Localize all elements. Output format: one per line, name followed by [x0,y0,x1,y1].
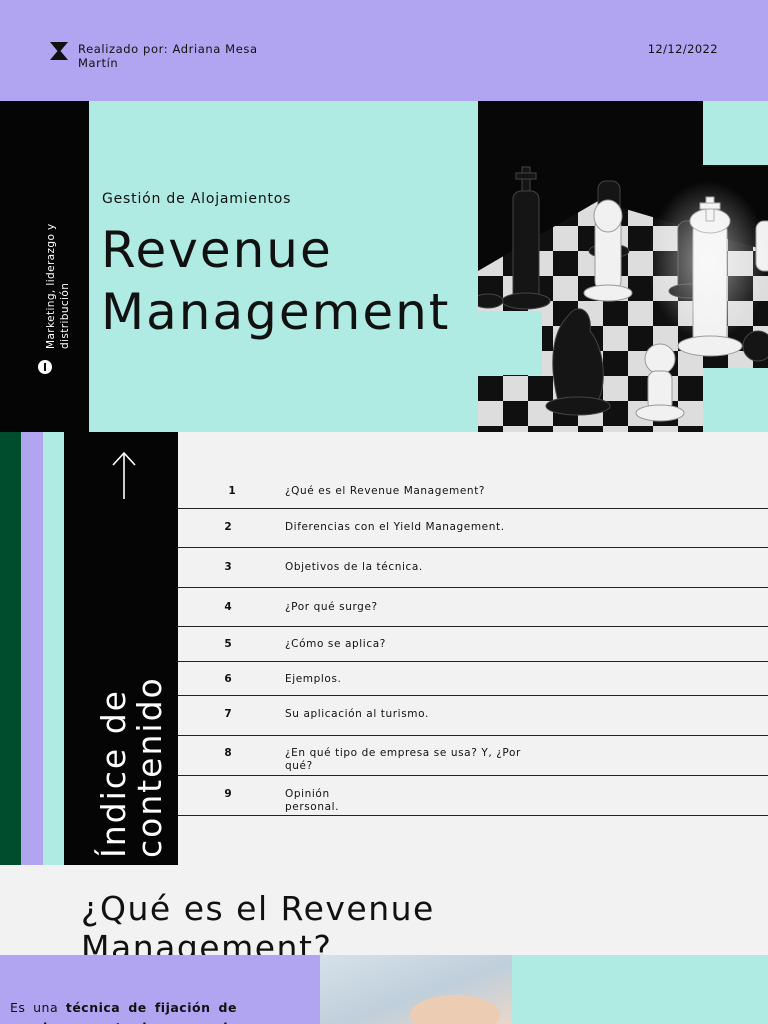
toc-label: ¿Por qué surge? [285,601,378,613]
toc-number: 6 [224,673,232,685]
toc-number: 3 [224,561,232,573]
mint-accent-block [703,101,768,165]
green-stripe [0,432,21,865]
hero-subtitle: Gestión de Alojamientos [102,191,292,207]
info-icon [38,360,52,374]
toc-number: 9 [224,788,232,800]
toc-row[interactable]: 3 Objetivos de la técnica. [178,548,768,588]
toc-number: 2 [224,521,232,533]
toc-label: ¿En qué tipo de empresa se usa? Y, ¿Por … [285,747,521,772]
toc-row[interactable]: 5 ¿Cómo se aplica? [178,627,768,662]
table-of-contents: 1 ¿Qué es el Revenue Management? 2 Difer… [178,432,768,865]
date-text: 12/12/2022 [647,42,718,56]
toc-row[interactable]: 7 Su aplicación al turismo. [178,696,768,736]
toc-number: 7 [224,708,232,720]
toc-label: ¿Cómo se aplica? [285,638,386,650]
arrow-up-icon [112,451,136,499]
mint-accent-block [478,311,542,375]
hero-title: Revenue Management [101,221,451,341]
hand-photo [320,955,512,1024]
toc-label: Ejemplos. [285,673,342,685]
toc-label: ¿Qué es el Revenue Management? [285,485,486,497]
toc-label: Diferencias con el Yield Management. [285,521,505,533]
toc-label: Objetivos de la técnica. [285,561,423,573]
toc-row[interactable]: 4 ¿Por qué surge? [178,588,768,627]
toc-label: Opinión personal. [285,788,340,813]
sidebar-vertical-text: Marketing, liderazgo y distribución [45,223,71,349]
toc-number: 8 [224,747,232,759]
body-text-prefix: Es una [10,1000,66,1015]
toc-number: 5 [224,638,232,650]
section-body-text: Es una técnica de fijación de precios ce… [10,998,237,1024]
toc-number: 1 [228,485,236,497]
mint-block [512,955,768,1024]
hero-panel: Gestión de Alojamientos Revenue Manageme… [89,101,478,432]
toc-number: 4 [224,601,232,613]
lavender-stripe [21,432,43,865]
toc-row[interactable]: 2 Diferencias con el Yield Management. [178,509,768,548]
index-title: Índice de contenido [94,676,169,858]
toc-row[interactable]: 9 Opinión personal. [178,776,768,816]
toc-row[interactable]: 8 ¿En qué tipo de empresa se usa? Y, ¿Po… [178,736,768,776]
mint-stripe [43,432,64,865]
author-text: Realizado por: Adriana Mesa Martín [78,42,258,70]
toc-label: Su aplicación al turismo. [285,708,429,720]
header-bar: Realizado por: Adriana Mesa Martín 12/12… [0,0,768,101]
toc-row[interactable]: 1 ¿Qué es el Revenue Management? [178,432,768,509]
toc-row[interactable]: 6 Ejemplos. [178,662,768,696]
hand-shape [410,995,500,1024]
hourglass-icon [50,42,68,60]
mint-accent-block [703,368,768,432]
